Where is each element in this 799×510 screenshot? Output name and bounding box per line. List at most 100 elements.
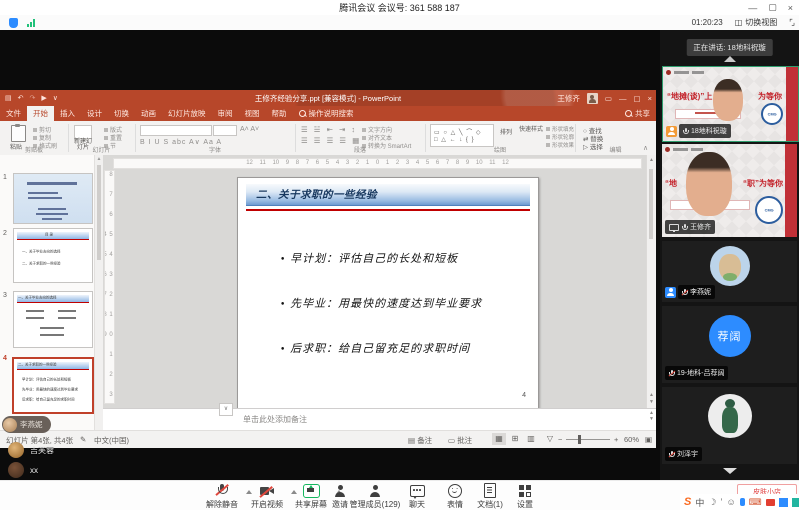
font-name-select[interactable] [140,125,212,136]
ime-halfmoon-icon[interactable]: ☽ [708,497,716,508]
ime-emoji-icon[interactable]: ☺ [726,497,735,507]
fullscreen-icon[interactable]: ⌜ ⌟ [789,18,795,27]
slide-thumbnail-2[interactable]: 目 录 一、关于毕业去向的选择 二、关于求职的一些经验 [13,228,93,283]
present-icon[interactable]: ▶ [41,94,46,102]
ime-punctuation-icon[interactable]: ’ [720,497,722,507]
save-icon[interactable]: ▤ [5,94,12,102]
tab-slideshow[interactable]: 幻灯片放映 [162,106,212,121]
members-icon [369,484,381,497]
spell-check-icon[interactable]: ✎ [80,435,86,444]
promo-logos [666,70,704,75]
participants-video-panel: 正在讲话: 18地科祝璇 “地摊(谈)”上 为等你 CMG 18地科祝璇 “地 … [660,30,799,480]
grow-shrink-font-buttons[interactable]: A˄ A˅ [240,126,259,133]
settings-button[interactable]: 设置 [512,484,538,510]
share-button[interactable]: 共享 [619,106,656,121]
shape-fill-button[interactable]: 形状填充 [546,125,574,133]
tab-insert[interactable]: 插入 [54,106,81,121]
zoom-in-button[interactable]: + [614,435,618,444]
group-drawing: 绘图 [493,148,506,154]
quick-access-toolbar: ▤ ↶ ↷ ▶ ∨ [5,90,58,106]
tab-design[interactable]: 设计 [81,106,108,121]
tab-file[interactable]: 文件 [0,106,27,121]
ime-toolbox-icon[interactable] [765,498,775,506]
ime-toolbar[interactable]: S 中 ☽ ’ ☺ ⌨ [680,494,799,510]
redo-icon[interactable]: ↷ [30,94,36,102]
notes-splitter-handle[interactable]: ∨ [219,403,233,416]
sogou-logo-icon[interactable]: S [684,496,691,508]
ppt-account-avatar[interactable] [586,92,598,104]
unmute-button[interactable]: 解除静音 [200,484,244,510]
docs-button[interactable]: 文档(1) [475,483,505,510]
notes-toggle[interactable]: ▤ 备注 [408,435,432,446]
emoji-button[interactable]: 表情 [442,483,468,510]
slide-thumbnail-4[interactable]: 二、关于求职的一些经验 早计划：评估自己的长处和短板 先毕业：用最快的速度达到毕… [12,357,94,414]
zoom-level[interactable]: 60% [624,435,639,444]
slide-thumbnail-panel: 1 2 目 录 一、关于毕业去向的选择 二、关于求职的一些经验 3 一、关于毕业… [0,155,104,430]
slideshow-view-button[interactable]: ▽ [543,433,557,445]
align-buttons[interactable]: ☰ ☰ ☰ ☰ ▦ [301,136,361,145]
tray-icon-blue[interactable] [778,497,788,507]
slide-thumbnail-3[interactable]: 一、关于毕业去向的选择 [13,291,93,348]
notes-scroll-arrows[interactable]: ▲ ▼ [649,410,654,422]
zoom-out-button[interactable]: − [558,435,562,444]
tray-icon-teal[interactable] [791,497,799,507]
group-paragraph: 段落 [353,148,366,154]
tab-view[interactable]: 视图 [239,106,266,121]
screen: 腾讯会议 会议号: 361 588 187 — ▢ × 01:20:23 ◫ 切… [0,0,799,510]
zoom-slider-track[interactable] [566,439,610,440]
font-size-select[interactable] [213,125,237,136]
video-tile-3[interactable]: 李燕妮 [662,241,797,302]
language-status[interactable]: 中文(中国) [94,435,129,446]
tab-help[interactable]: 帮助 [266,106,293,121]
normal-view-button[interactable]: ▦ [492,433,506,445]
tell-me-search[interactable]: 操作说明搜索 [293,106,360,121]
comments-toggle[interactable]: ▭ 批注 [448,435,472,446]
minimize-icon[interactable]: — [748,3,757,13]
start-video-button[interactable]: 开启视频 [245,484,289,510]
tab-review[interactable]: 审阅 [212,106,239,121]
notes-pane[interactable]: ∨ 单击此处添加备注 ▲ ▼ [103,403,656,431]
list-buttons[interactable]: ☰ ☱ ⇤ ⇥ ↕ [301,125,357,134]
thumbnail-scrollbar[interactable]: ▲ [94,155,103,430]
tab-home[interactable]: 开始 [27,106,54,121]
more-participants-arrow-icon[interactable] [722,468,737,474]
paste-button-icon[interactable] [11,124,26,142]
tab-transitions[interactable]: 切换 [108,106,135,121]
slide-canvas[interactable]: 二、关于求职的一些经验 早计划：评估自己的长处和短板 先毕业：用最快的速度达到毕… [237,177,539,408]
qat-more-icon[interactable]: ∨ [53,94,58,102]
collapse-ribbon-icon[interactable]: ∧ [643,144,648,152]
ppt-restore-icon[interactable]: ▢ [634,94,641,103]
tab-animations[interactable]: 动画 [135,106,162,121]
video-tile-2[interactable]: “地 “职”为等你 CMG 王修齐 [662,144,797,237]
video-tile-5[interactable]: 刘泽宇 [662,387,797,464]
thumb-number-3: 3 [3,292,7,299]
quick-styles-button[interactable]: 快速样式 [518,127,544,133]
video-tile-1[interactable]: “地摊(谈)”上 为等你 CMG 18地科祝璇 [662,66,799,142]
ribbon-options-icon[interactable]: ▭ [605,94,612,103]
ppt-minimize-icon[interactable]: — [619,94,627,103]
new-slide-icon[interactable] [74,125,92,139]
close-icon[interactable]: × [788,3,793,13]
slide-thumbnail-1[interactable] [13,173,93,224]
ime-keyboard-icon[interactable]: ⌨ [749,497,762,508]
editor-scrollbar[interactable]: ▲ ▲ ▼ [646,155,656,408]
chat-button[interactable]: 聊天 [404,484,430,510]
ime-voice-icon[interactable] [739,498,745,506]
slide-sorter-view-button[interactable]: ⊞ [508,433,522,445]
ppt-close-icon[interactable]: × [648,94,652,103]
fit-slide-button[interactable]: ▣ [645,435,652,444]
reading-view-button[interactable]: ▥ [524,433,538,445]
ime-mode-chinese[interactable]: 中 [695,496,704,509]
manage-members-button[interactable]: 管理成员(129) [344,484,406,510]
undo-icon[interactable]: ↶ [18,94,24,102]
arrange-button[interactable]: 排列 [497,127,515,136]
zoom-slider-handle[interactable] [578,435,581,444]
shapes-gallery[interactable]: ▭ ○ △ ╲ ⌒ ◇ □ △ ← ↓ { } [430,124,494,147]
search-icon [298,110,306,117]
shape-outline-button[interactable]: 形状轮廓 [546,133,574,141]
video-tile-4[interactable]: 荐阔 19-地科-吕荐阔 [662,306,797,383]
panel-collapse-arrow-icon[interactable] [723,56,736,62]
maximize-icon[interactable]: ▢ [768,2,777,13]
switch-view-button[interactable]: ◫ 切换视图 [735,17,778,28]
slide-bullet-2: 先毕业：用最快的速度达到毕业要求 [280,295,482,311]
